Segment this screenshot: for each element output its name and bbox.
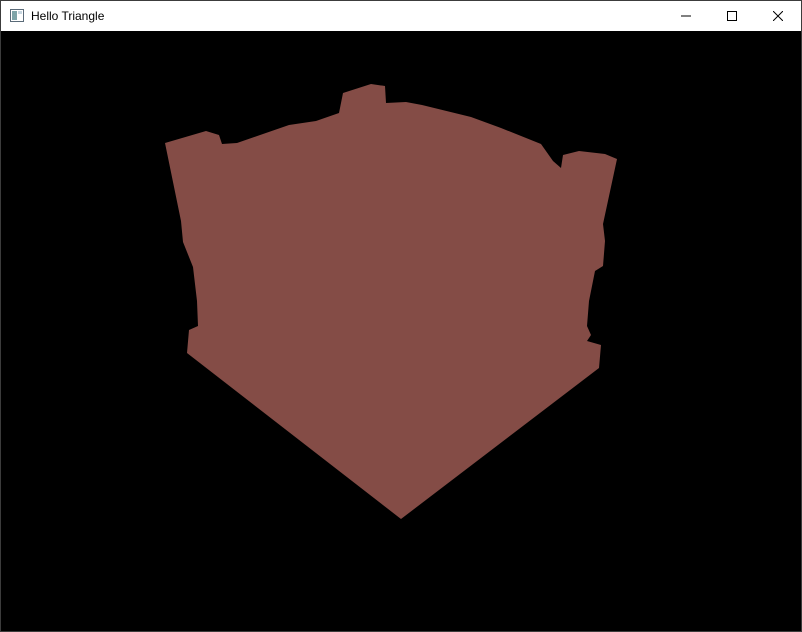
app-window: Hello Triangle [0,0,802,632]
rendered-3d-model [165,84,617,519]
window-title: Hello Triangle [31,9,105,23]
model-silhouette [165,84,617,519]
minimize-icon [681,15,691,17]
app-window-icon [10,9,24,22]
title-bar[interactable]: Hello Triangle [1,1,801,31]
close-icon [773,11,783,21]
render-viewport[interactable] [1,31,801,631]
maximize-icon [727,11,737,21]
maximize-button[interactable] [709,1,755,31]
minimize-button[interactable] [663,1,709,31]
close-button[interactable] [755,1,801,31]
